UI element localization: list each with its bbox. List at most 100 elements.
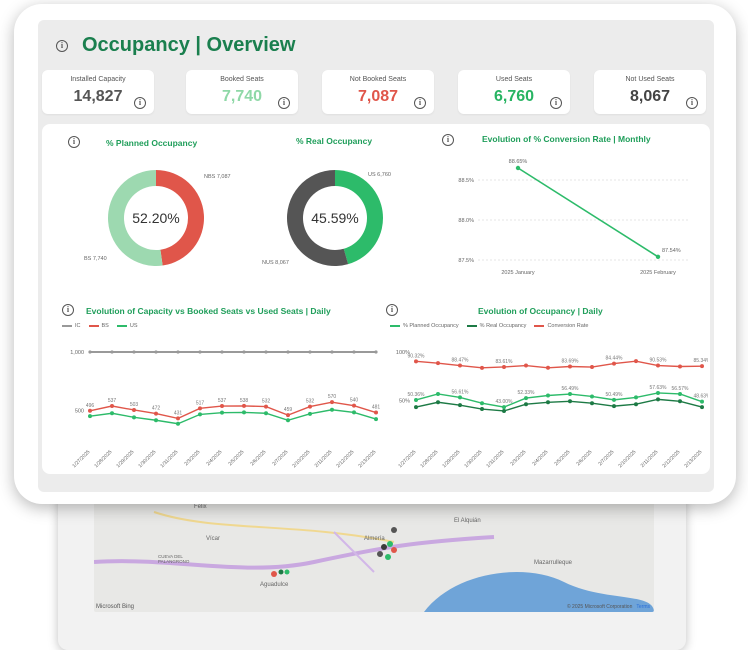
info-icon[interactable]: i xyxy=(56,39,68,52)
location-map[interactable]: Felix Vícar CUEVA DEL PALANGRONO Aguadul… xyxy=(94,502,654,612)
info-icon[interactable]: i xyxy=(550,97,562,109)
legend-swatch-conversion xyxy=(534,325,545,327)
bs-label: 517 xyxy=(196,400,205,406)
x-tick-label: 2/5/2025 xyxy=(227,449,245,467)
label-bs: BS 7,740 xyxy=(84,256,107,262)
x-tick-label: 1/28/2025 xyxy=(419,449,439,469)
planned-point xyxy=(678,391,682,396)
conversion-label: 83.61% xyxy=(496,359,514,365)
y-tick-label: 88.0% xyxy=(458,218,474,224)
x-tick-label: 2/10/2025 xyxy=(291,449,311,469)
bs-label: 459 xyxy=(284,407,293,413)
info-icon[interactable]: i xyxy=(278,97,290,109)
x-tick-label: 2/5/2025 xyxy=(553,449,571,467)
ic-point xyxy=(154,350,158,354)
real-point xyxy=(502,408,506,413)
bs-label: 472 xyxy=(152,406,161,412)
legend-real: % Real Occupancy xyxy=(479,323,527,329)
real-point xyxy=(524,402,528,407)
info-icon[interactable]: i xyxy=(68,136,80,148)
charts-panel: i % Planned Occupancy 52.20% NBS 7,087 B… xyxy=(42,124,710,474)
x-tick-label: 2/12/2025 xyxy=(335,449,355,469)
x-tick-label: 1/31/2025 xyxy=(159,449,179,469)
map-label-vicar: Vícar xyxy=(206,536,221,542)
x-tick-label: 1/29/2025 xyxy=(115,449,135,469)
capacity-chart[interactable]: 1,000 500496 537 503 472 431 517 537 538 532 459 53… xyxy=(52,332,382,472)
bs-point xyxy=(132,407,136,412)
x-tick-label: 2025 January xyxy=(501,270,535,276)
conversion-point xyxy=(414,359,418,364)
bs-label: 537 xyxy=(108,398,117,404)
conversion-point xyxy=(612,361,616,366)
bs-point xyxy=(176,416,180,421)
ic-point xyxy=(352,350,356,354)
planned-label: 56.49% xyxy=(562,386,580,392)
map-label-mazarrulleque: Mazarrulleque xyxy=(534,560,573,566)
conversion-rate-chart[interactable]: 88.5% 88.0% 87.5% 88.65% 2025 January 87.54% 2… xyxy=(438,150,702,290)
legend-us: US xyxy=(129,323,138,329)
planned-point xyxy=(656,390,660,395)
info-icon[interactable]: i xyxy=(134,97,146,109)
conversion-point xyxy=(546,365,550,370)
map-terms-link[interactable]: Terms xyxy=(636,604,650,610)
y-tick-label: 1,000 xyxy=(70,350,84,356)
map-attribution-right: © 2025 Microsoft Corporation Terms xyxy=(566,604,650,610)
x-tick-label: 2/4/2025 xyxy=(205,449,223,467)
legend-swatch-ic xyxy=(62,325,72,327)
real-point xyxy=(700,405,704,410)
bs-point xyxy=(286,413,290,418)
x-tick-label: 2/4/2025 xyxy=(531,449,549,467)
info-icon[interactable]: i xyxy=(686,97,698,109)
data-point xyxy=(515,165,521,171)
planned-label: 52.33% xyxy=(518,390,536,396)
us-point xyxy=(352,410,356,415)
kpi-label: Booked Seats xyxy=(220,76,264,83)
kpi-label: Not Used Seats xyxy=(625,76,675,83)
legend-bs: BS xyxy=(101,323,109,329)
us-point xyxy=(286,418,290,423)
x-tick-label: 1/27/2025 xyxy=(397,449,417,469)
real-point xyxy=(480,407,484,412)
planned-point xyxy=(414,397,418,402)
x-tick-label: 2/13/2025 xyxy=(357,449,377,469)
real-point xyxy=(612,404,616,409)
x-tick-label: 2/6/2025 xyxy=(575,449,593,467)
info-icon[interactable]: i xyxy=(62,304,74,316)
conversion-point xyxy=(656,363,660,368)
conversion-label: 90.32% xyxy=(408,353,426,359)
real-point xyxy=(436,400,440,405)
conversion-point xyxy=(458,363,462,368)
conversion-label: 84.44% xyxy=(606,356,624,362)
conversion-line xyxy=(517,167,659,258)
kpi-installed-capacity: Installed Capacity 14,827 i xyxy=(42,70,154,114)
data-label: 88.65% xyxy=(509,159,528,165)
conversion-point xyxy=(568,364,572,369)
occupancy-chart-title: Evolution of Occupancy | Daily xyxy=(478,306,603,316)
info-icon[interactable]: i xyxy=(386,304,398,316)
bs-label: 496 xyxy=(86,403,95,409)
ic-point xyxy=(88,350,92,354)
conversion-rate-title: Evolution of % Conversion Rate | Monthly xyxy=(482,134,651,144)
planned-point xyxy=(436,391,440,396)
legend-swatch-real xyxy=(466,325,477,327)
us-point xyxy=(88,414,92,419)
real-occupancy-center: 45.59% xyxy=(311,210,359,226)
label-nus: NUS 8,067 xyxy=(262,260,289,266)
us-point xyxy=(198,412,202,417)
x-tick-label: 2/11/2025 xyxy=(314,449,334,469)
legend-swatch-planned xyxy=(390,325,400,327)
x-tick-label: 2/6/2025 xyxy=(249,449,267,467)
real-point xyxy=(656,397,660,402)
info-icon[interactable]: i xyxy=(442,134,454,146)
bs-point xyxy=(220,404,224,409)
bs-point xyxy=(110,404,114,409)
ic-point xyxy=(330,350,334,354)
occupancy-chart[interactable]: 100%50%90.32%88.47% 83.61% 83.69% 84.44% 90.… xyxy=(378,332,708,472)
conversion-point xyxy=(678,364,682,369)
kpi-label: Used Seats xyxy=(495,76,533,83)
real-point xyxy=(590,401,594,406)
planned-point xyxy=(524,396,528,401)
info-icon[interactable]: i xyxy=(414,97,426,109)
legend-swatch-bs xyxy=(88,325,99,327)
page-header: i Occupancy | Overview xyxy=(56,34,295,57)
